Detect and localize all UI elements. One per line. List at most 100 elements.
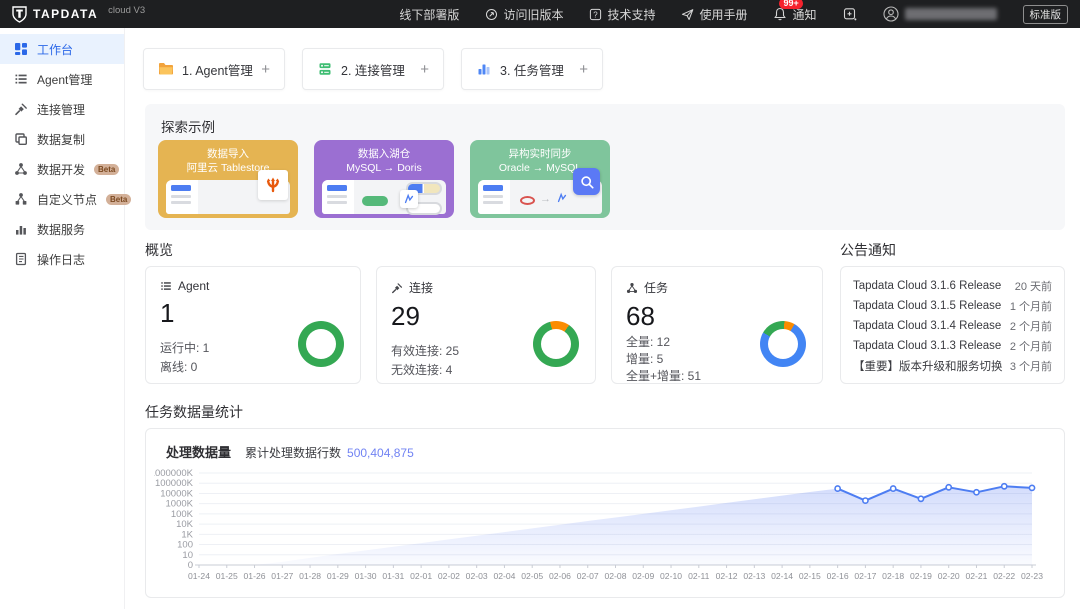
svg-text:02-01: 02-01: [410, 571, 432, 581]
nav-manual[interactable]: 使用手册: [681, 6, 747, 23]
explore-card-tablestore[interactable]: 数据导入阿里云 Tablestore: [158, 140, 298, 218]
nav-support[interactable]: ? 技术支持: [589, 6, 655, 23]
agent-list-icon: [160, 280, 172, 292]
main-content: 1. Agent管理 + 2. 连接管理 + 3. 任务管理 + 探索示例 数据…: [125, 28, 1080, 609]
announcements-panel: Tapdata Cloud 3.1.6 Release N... 20 天前 T…: [840, 266, 1065, 384]
announcement-item[interactable]: 【重要】版本升级和服务切换重... 3 个月前: [853, 356, 1052, 376]
notification-bell[interactable]: 通知 99+: [773, 6, 816, 23]
svg-text:01-28: 01-28: [299, 571, 321, 581]
nav-offline-deploy[interactable]: 线下部署版: [399, 6, 459, 23]
sidebar-item-label: 数据服务: [37, 221, 85, 238]
add-connection-button[interactable]: +: [420, 62, 429, 77]
sidebar-item-label: 数据开发: [37, 161, 85, 178]
sidebar-item-data-replication[interactable]: 数据复制: [0, 124, 124, 154]
avatar-icon: [883, 6, 899, 22]
announcement-time: 3 个月前: [1010, 358, 1052, 374]
announcement-title: Tapdata Cloud 3.1.6 Release N...: [853, 280, 1003, 292]
nav-label: 技术支持: [607, 6, 655, 23]
announcement-item[interactable]: Tapdata Cloud 3.1.4 Release N... 2 个月前: [853, 316, 1052, 336]
nav-label: 线下部署版: [399, 6, 459, 23]
sidebar-item-label: 工作台: [37, 41, 73, 58]
nav-old-version[interactable]: 访问旧版本: [485, 6, 563, 23]
mock-ui-panel: [166, 180, 290, 214]
announcement-item[interactable]: Tapdata Cloud 3.1.6 Release N... 20 天前: [853, 276, 1052, 296]
task-data-chart[interactable]: 1000000K100000K10000K1000K100K10K1K10010…: [154, 465, 1058, 593]
sidebar-item-agent[interactable]: Agent管理: [0, 64, 124, 94]
explore-card-title: 数据入湖仓MySQL → Doris: [314, 147, 454, 175]
stat-card-agent: Agent 1 运行中: 1 离线: 0: [145, 266, 361, 384]
svg-text:?: ?: [594, 10, 599, 19]
sidebar-item-data-dev[interactable]: 数据开发 Beta: [0, 154, 124, 184]
mock-ui-panel: →: [478, 180, 602, 214]
tapdata-logo[interactable]: TAPDATA cloud V3: [12, 6, 145, 23]
agent-list-icon: [14, 72, 28, 86]
add-agent-button[interactable]: +: [261, 62, 270, 77]
explore-title: 探索示例: [161, 116, 215, 136]
sidebar-item-label: 操作日志: [37, 251, 85, 268]
mock-ui-panel: [322, 180, 446, 214]
sidebar-item-label: 自定义节点: [37, 191, 97, 208]
svg-text:02-23: 02-23: [1021, 571, 1043, 581]
brand-name: TAPDATA: [33, 7, 98, 21]
chart-bars-icon: [14, 222, 28, 236]
sidebar-item-connections[interactable]: 连接管理: [0, 94, 124, 124]
sidebar-item-operation-log[interactable]: 操作日志: [0, 244, 124, 274]
stat-line: 全量+增量: 51: [626, 368, 808, 385]
svg-text:02-16: 02-16: [827, 571, 849, 581]
chart-total-label: 累计处理数据行数: [245, 444, 341, 461]
agent-donut-chart: [298, 321, 344, 367]
svg-text:01-24: 01-24: [188, 571, 210, 581]
search-icon: [573, 168, 600, 195]
step-label: 3. 任务管理: [500, 60, 564, 79]
app-box-button[interactable]: [843, 7, 857, 21]
explore-card-mysql-doris[interactable]: 数据入湖仓MySQL → Doris: [314, 140, 454, 218]
tablestore-logo: [258, 170, 288, 200]
svg-text:0: 0: [188, 560, 193, 571]
svg-text:01-31: 01-31: [382, 571, 404, 581]
sidebar-item-data-service[interactable]: 数据服务: [0, 214, 124, 244]
beta-badge: Beta: [94, 164, 119, 175]
copy-icon: [14, 132, 28, 146]
svg-text:02-10: 02-10: [660, 571, 682, 581]
svg-text:01-25: 01-25: [216, 571, 238, 581]
share-nodes-icon: [14, 162, 28, 176]
announcement-title: Tapdata Cloud 3.1.5 Release N...: [853, 300, 1003, 312]
add-task-button[interactable]: +: [579, 62, 588, 77]
svg-text:02-06: 02-06: [549, 571, 571, 581]
sidebar-item-workbench[interactable]: 工作台: [0, 34, 124, 64]
svg-text:02-04: 02-04: [493, 571, 515, 581]
svg-text:02-20: 02-20: [938, 571, 960, 581]
step-label: 2. 连接管理: [341, 60, 405, 79]
step-task-management[interactable]: 3. 任务管理 +: [461, 48, 603, 90]
task-data-chart-card: 处理数据量 累计处理数据行数 500,404,875 1000000K10000…: [145, 428, 1065, 598]
stat-title: 连接: [409, 279, 433, 296]
custom-node-icon: [14, 192, 28, 206]
tapdata-shield-icon: [12, 6, 27, 23]
nav-label: 使用手册: [699, 6, 747, 23]
user-menu[interactable]: [883, 6, 997, 22]
announcement-item[interactable]: Tapdata Cloud 3.1.3 Release N... 2 个月前: [853, 336, 1052, 356]
svg-text:02-12: 02-12: [716, 571, 738, 581]
svg-text:01-26: 01-26: [244, 571, 266, 581]
svg-text:02-19: 02-19: [910, 571, 932, 581]
sidebar-item-custom-node[interactable]: 自定义节点 Beta: [0, 184, 124, 214]
version-icon: [485, 8, 498, 21]
top-header: TAPDATA cloud V3 线下部署版 访问旧版本 ? 技术支持: [0, 0, 1080, 28]
announcement-item[interactable]: Tapdata Cloud 3.1.5 Release N... 1 个月前: [853, 296, 1052, 316]
nav-label: 访问旧版本: [503, 6, 563, 23]
svg-text:01-27: 01-27: [271, 571, 293, 581]
svg-text:02-09: 02-09: [632, 571, 654, 581]
chart-total-value: 500,404,875: [347, 446, 414, 460]
svg-text:02-05: 02-05: [521, 571, 543, 581]
svg-text:02-21: 02-21: [965, 571, 987, 581]
svg-text:02-07: 02-07: [577, 571, 599, 581]
explore-card-oracle-mysql[interactable]: 异构实时同步Oracle → MySQL →: [470, 140, 610, 218]
mysql-icon: [556, 192, 568, 204]
announcement-title: Tapdata Cloud 3.1.3 Release N...: [853, 340, 1003, 352]
log-icon: [14, 252, 28, 266]
stat-title: Agent: [178, 279, 209, 293]
step-agent-management[interactable]: 1. Agent管理 +: [143, 48, 285, 90]
step-connection-management[interactable]: 2. 连接管理 +: [302, 48, 444, 90]
bar-chart-icon: [476, 61, 492, 77]
svg-text:02-08: 02-08: [605, 571, 627, 581]
